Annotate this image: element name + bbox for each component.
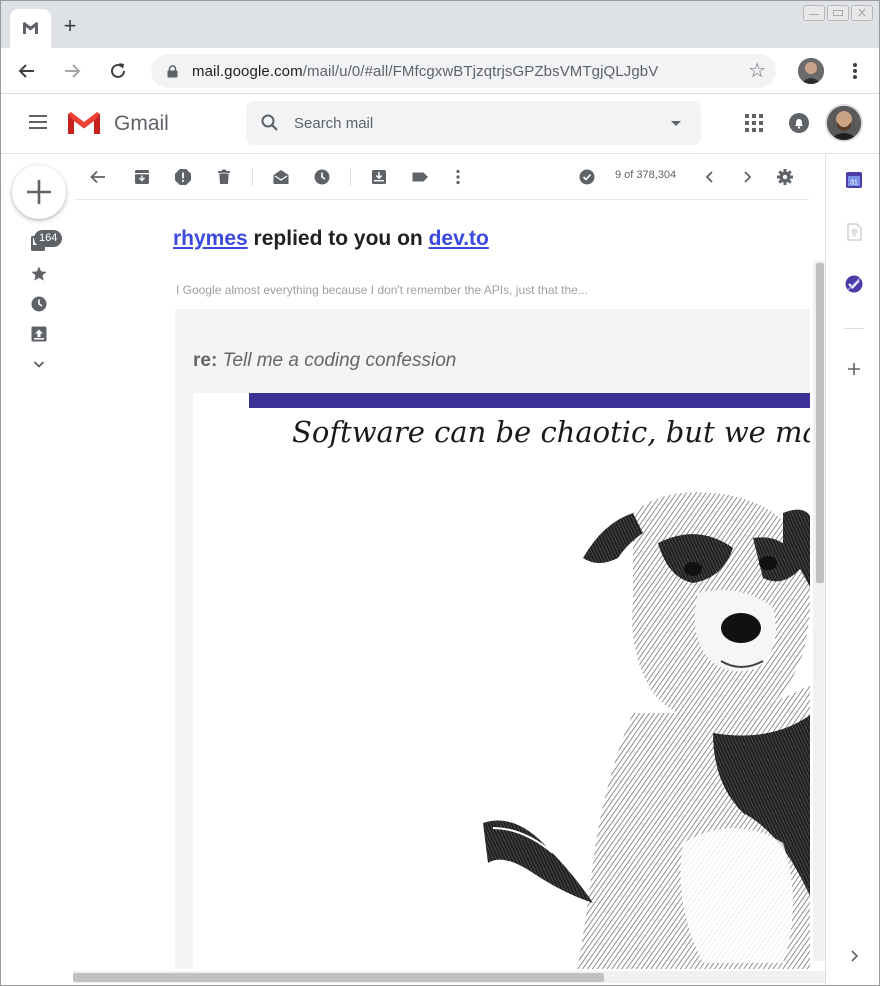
- compose-plus-icon: [27, 180, 51, 204]
- reply-prefix: re:: [193, 350, 218, 371]
- label-button[interactable]: [409, 166, 431, 188]
- notifications-icon[interactable]: [788, 112, 810, 134]
- snoozed-icon[interactable]: [30, 295, 48, 313]
- add-addon-icon[interactable]: [844, 359, 864, 379]
- search-bar[interactable]: [246, 101, 701, 145]
- toolbar-divider: [252, 168, 253, 186]
- svg-text:31: 31: [850, 180, 858, 187]
- profile-photo: [798, 58, 824, 84]
- apps-grid-icon[interactable]: [745, 114, 763, 132]
- email-subject: rhymes replied to you on dev.to: [173, 227, 489, 251]
- prev-icon: [705, 171, 713, 183]
- archive-button[interactable]: [131, 166, 153, 188]
- maximize-button[interactable]: [827, 5, 849, 21]
- hamburger-menu-icon[interactable]: [29, 115, 47, 129]
- move-to-button[interactable]: [368, 166, 390, 188]
- email-body: re: Tell me a coding confession Software…: [175, 309, 810, 969]
- browser-window: + mail.google.com/mail/u/0/#all/FMfcgxwB…: [0, 0, 880, 986]
- window-controls: [803, 5, 873, 21]
- older-message-button[interactable]: [736, 166, 758, 188]
- label-icon: [412, 172, 428, 182]
- next-icon: [744, 171, 752, 183]
- horizontal-scrollbar-thumb[interactable]: [73, 973, 604, 982]
- email-preheader-snippet: I Google almost everything because I don…: [176, 283, 588, 297]
- chrome-menu-icon[interactable]: [846, 60, 864, 82]
- calendar-icon[interactable]: 31: [844, 170, 864, 190]
- gmail-logo[interactable]: [66, 110, 102, 136]
- back-button[interactable]: [15, 59, 39, 83]
- cover-accent-bar: [249, 393, 810, 408]
- more-chevron-icon[interactable]: [30, 355, 48, 373]
- url-path: /mail/u/0/#all/FMfcgxwBTjzqtrjsGPZbsVMTg…: [302, 63, 659, 80]
- minimize-button[interactable]: [803, 5, 825, 21]
- mark-unread-button[interactable]: [270, 166, 292, 188]
- toolbar-divider: [350, 168, 351, 186]
- tasks-icon[interactable]: [844, 274, 864, 294]
- snooze-icon: [314, 169, 330, 185]
- settings-button[interactable]: [774, 166, 796, 188]
- message-action-toolbar: 9 of 378,304: [74, 154, 809, 200]
- report-spam-icon: [175, 169, 191, 185]
- account-avatar[interactable]: [825, 104, 863, 142]
- delete-icon: [218, 169, 230, 184]
- dog-illustration: [483, 492, 810, 969]
- archive-icon: [135, 170, 149, 184]
- subject-text: replied to you on: [247, 227, 429, 250]
- account-photo: [827, 106, 861, 140]
- close-window-button[interactable]: [851, 5, 873, 21]
- back-to-list-button[interactable]: [87, 166, 109, 188]
- browser-tab-gmail[interactable]: [10, 9, 51, 48]
- reload-button[interactable]: [106, 59, 130, 83]
- settings-icon: [777, 169, 793, 185]
- lock-icon: [167, 65, 178, 78]
- cover-title-text: Software can be chaotic, but we make: [292, 415, 810, 449]
- site-link[interactable]: dev.to: [429, 227, 489, 250]
- delete-button[interactable]: [213, 166, 235, 188]
- close-icon: [858, 8, 866, 17]
- reply-post-title[interactable]: Tell me a coding confession: [223, 350, 457, 371]
- gmail-wordmark: Gmail: [114, 112, 169, 135]
- report-spam-button[interactable]: [172, 166, 194, 188]
- back-arrow-icon: [18, 64, 34, 78]
- message-position-count: 9 of 378,304: [615, 169, 677, 181]
- url-host: mail.google.com: [192, 63, 303, 80]
- new-tab-button[interactable]: +: [59, 15, 81, 37]
- inbox-unread-badge: 164: [34, 230, 63, 247]
- search-input[interactable]: [294, 111, 654, 135]
- sender-link[interactable]: rhymes: [173, 227, 248, 250]
- more-actions-button[interactable]: [447, 166, 469, 188]
- address-bar[interactable]: mail.google.com/mail/u/0/#all/FMfcgxwBTj…: [151, 54, 776, 88]
- back-to-list-icon: [90, 170, 105, 184]
- url-text: mail.google.com/mail/u/0/#all/FMfcgxwBTj…: [192, 63, 658, 80]
- reply-heading: re: Tell me a coding confession: [193, 350, 456, 372]
- newer-message-button[interactable]: [699, 166, 721, 188]
- keep-icon[interactable]: [844, 222, 864, 242]
- move-to-icon: [372, 170, 386, 184]
- important-icon[interactable]: [30, 325, 48, 343]
- mark-unread-icon: [273, 170, 289, 184]
- browser-profile-avatar[interactable]: [798, 58, 824, 84]
- side-panel-divider: [844, 328, 864, 329]
- search-icon[interactable]: [260, 113, 280, 133]
- vertical-scrollbar-thumb[interactable]: [816, 263, 824, 583]
- split-pane-icon: [579, 169, 595, 185]
- bookmark-star-icon[interactable]: ☆: [748, 60, 766, 82]
- browser-toolbar: mail.google.com/mail/u/0/#all/FMfcgxwBTj…: [1, 48, 879, 94]
- starred-icon[interactable]: [30, 265, 48, 283]
- search-options-icon[interactable]: [671, 121, 681, 126]
- split-pane-button[interactable]: [576, 166, 598, 188]
- gmail-header: Gmail: [1, 94, 879, 154]
- side-panel: 31: [825, 154, 879, 985]
- forward-button[interactable]: [60, 59, 84, 83]
- tab-strip: +: [1, 1, 879, 48]
- forward-arrow-icon: [65, 64, 81, 78]
- snooze-button[interactable]: [311, 166, 333, 188]
- expand-panel-icon[interactable]: [844, 946, 864, 966]
- reload-icon: [111, 63, 125, 78]
- more-actions-icon: [456, 169, 460, 185]
- cover-image[interactable]: Software can be chaotic, but we make: [193, 393, 810, 969]
- compose-button[interactable]: [12, 165, 66, 219]
- gmail-favicon: [23, 22, 38, 34]
